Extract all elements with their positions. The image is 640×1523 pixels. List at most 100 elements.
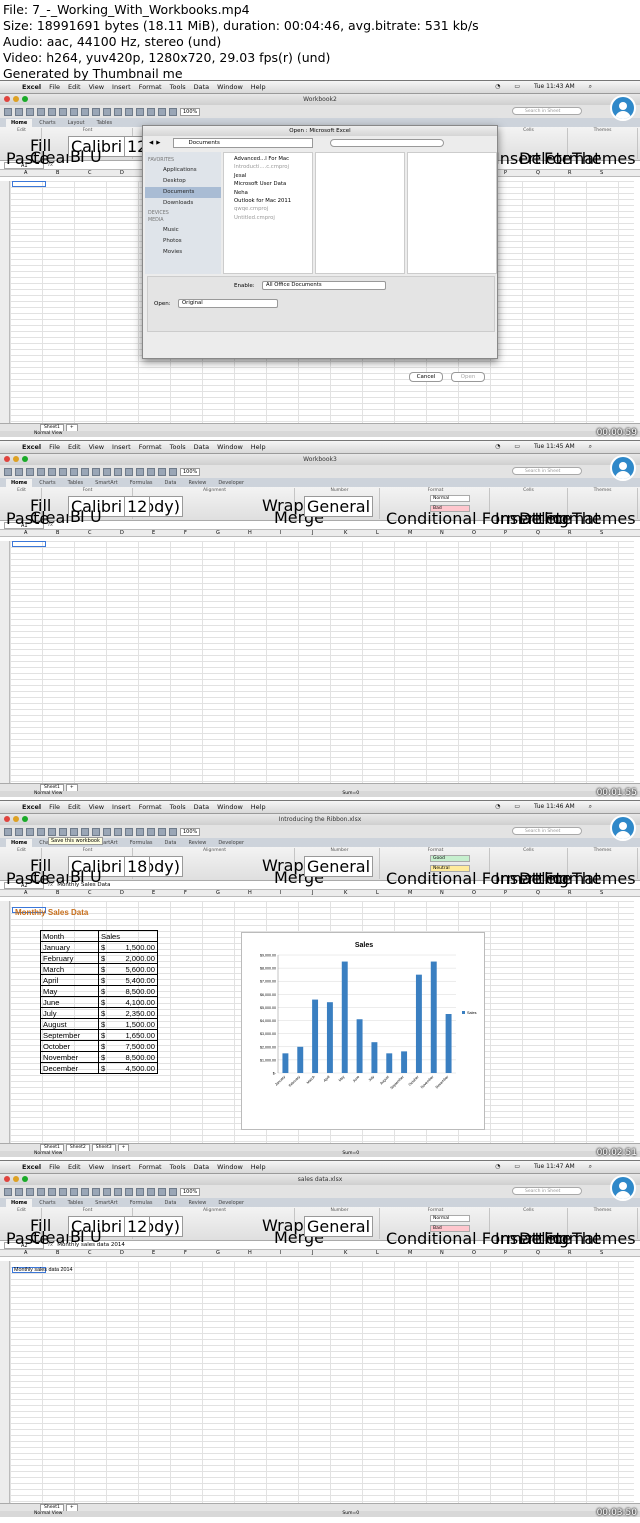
- cancel-button[interactable]: Cancel: [409, 372, 443, 382]
- menu-help[interactable]: Help: [251, 1163, 266, 1171]
- file-item[interactable]: qwqe.cmproj: [224, 205, 312, 213]
- tab-home[interactable]: Home: [6, 479, 33, 487]
- style-normal[interactable]: Good: [430, 855, 470, 862]
- tab-review[interactable]: Review: [183, 479, 211, 487]
- column-header[interactable]: E: [152, 530, 155, 536]
- menu-view[interactable]: View: [89, 1163, 104, 1171]
- menu-format[interactable]: Format: [139, 83, 162, 91]
- italic-button[interactable]: I: [80, 867, 85, 886]
- undo-icon[interactable]: [92, 107, 100, 116]
- font-size-select[interactable]: 18: [124, 856, 151, 877]
- new-icon[interactable]: [4, 467, 12, 476]
- column-header[interactable]: I: [280, 890, 281, 896]
- menu-excel[interactable]: Excel: [22, 443, 41, 451]
- copy-icon[interactable]: [59, 1187, 67, 1196]
- tab-smartart[interactable]: SmartArt: [90, 1199, 123, 1207]
- column-header[interactable]: Q: [536, 530, 540, 536]
- column-header[interactable]: L: [376, 530, 379, 536]
- wifi-icon[interactable]: ◔: [495, 803, 500, 811]
- cut-icon[interactable]: [48, 107, 56, 116]
- menu-edit[interactable]: Edit: [68, 443, 81, 451]
- currency-cell[interactable]: $: [98, 1018, 111, 1030]
- paste-icon[interactable]: [70, 1187, 78, 1196]
- sidebar-icon[interactable]: [158, 827, 166, 836]
- sheet-search-input[interactable]: Search in Sheet: [512, 827, 582, 835]
- copy-icon[interactable]: [59, 467, 67, 476]
- autosum-icon[interactable]: [114, 467, 122, 476]
- sidebar-item-applications[interactable]: Applications: [145, 165, 221, 176]
- menu-data[interactable]: Data: [194, 443, 210, 451]
- currency-cell[interactable]: $: [98, 1007, 111, 1019]
- column-header[interactable]: P: [504, 170, 507, 176]
- month-cell[interactable]: November: [39, 1051, 100, 1063]
- column-header[interactable]: L: [376, 890, 379, 896]
- value-cell[interactable]: 1,650.00: [110, 1029, 158, 1041]
- column-header[interactable]: E: [152, 1250, 155, 1256]
- window-zoom-button[interactable]: [22, 1176, 28, 1182]
- currency-cell[interactable]: $: [98, 941, 111, 953]
- undo-icon[interactable]: [92, 467, 100, 476]
- tab-data[interactable]: Data: [160, 479, 182, 487]
- menu-window[interactable]: Window: [217, 1163, 243, 1171]
- table-row[interactable]: September $1,650.00: [39, 1029, 158, 1041]
- column-header[interactable]: P: [504, 530, 507, 536]
- column-header[interactable]: C: [88, 530, 92, 536]
- menu-clock[interactable]: Tue 11:45 AM: [534, 443, 575, 451]
- menu-view[interactable]: View: [89, 83, 104, 91]
- print-icon[interactable]: [37, 467, 45, 476]
- toolbox-icon[interactable]: [169, 827, 177, 836]
- copy-icon[interactable]: [59, 107, 67, 116]
- column-header[interactable]: Q: [536, 170, 540, 176]
- tab-developer[interactable]: Developer: [213, 479, 249, 487]
- clear-button[interactable]: Clear: [30, 868, 72, 887]
- column-header[interactable]: B: [56, 1250, 59, 1256]
- column-header[interactable]: R: [568, 1250, 571, 1256]
- new-icon[interactable]: [4, 827, 12, 836]
- open-icon[interactable]: [15, 107, 23, 116]
- currency-cell[interactable]: $: [98, 1062, 111, 1074]
- table-row[interactable]: August $1,500.00: [39, 1018, 158, 1030]
- format-painter-icon[interactable]: [81, 467, 89, 476]
- sales-chart[interactable]: Sales $- $1,000.00 $2,000.00 $3,000.00 $4,000…: [241, 932, 485, 1130]
- column-header[interactable]: B: [56, 170, 59, 176]
- file-item[interactable]: Jesal: [224, 172, 312, 180]
- cut-icon[interactable]: [48, 467, 56, 476]
- column-header[interactable]: S: [600, 890, 603, 896]
- tab-charts[interactable]: Charts: [34, 1199, 60, 1207]
- clear-button[interactable]: Clear: [30, 1228, 72, 1247]
- clear-button[interactable]: Clear: [30, 508, 72, 527]
- value-cell[interactable]: 5,400.00: [110, 974, 158, 986]
- sidebar-item-photos[interactable]: Photos: [145, 236, 221, 247]
- sidebar-icon[interactable]: [158, 1187, 166, 1196]
- spotlight-icon[interactable]: ⌕: [589, 1163, 592, 1171]
- value-cell[interactable]: 4,100.00: [110, 996, 158, 1008]
- open-mode-select[interactable]: Original: [178, 299, 278, 308]
- file-item[interactable]: Neha: [224, 189, 312, 197]
- menu-window[interactable]: Window: [217, 803, 243, 811]
- tab-tables[interactable]: Tables: [92, 119, 118, 127]
- value-cell[interactable]: 7,500.00: [110, 1040, 158, 1052]
- tab-review[interactable]: Review: [183, 839, 211, 847]
- column-header[interactable]: F: [184, 1250, 187, 1256]
- column-header[interactable]: G: [216, 1250, 220, 1256]
- toolbox-icon[interactable]: [169, 467, 177, 476]
- menu-insert[interactable]: Insert: [112, 1163, 131, 1171]
- tab-data[interactable]: Data: [160, 839, 182, 847]
- spotlight-icon[interactable]: ⌕: [589, 443, 592, 451]
- spotlight-icon[interactable]: ⌕: [589, 803, 592, 811]
- sheet-search-input[interactable]: Search in Sheet: [512, 1187, 582, 1195]
- column-header[interactable]: A: [24, 170, 27, 176]
- column-header[interactable]: Q: [536, 890, 540, 896]
- menu-insert[interactable]: Insert: [112, 803, 131, 811]
- column-header[interactable]: F: [184, 890, 187, 896]
- paste-icon[interactable]: [70, 467, 78, 476]
- style-bad[interactable]: Neutral: [430, 865, 470, 872]
- column-header[interactable]: M: [408, 530, 412, 536]
- window-minimize-button[interactable]: [13, 1176, 19, 1182]
- column-header[interactable]: S: [600, 1250, 603, 1256]
- cell-grid[interactable]: [10, 541, 634, 783]
- column-header[interactable]: D: [120, 1250, 124, 1256]
- currency-cell[interactable]: $: [98, 996, 111, 1008]
- clear-button[interactable]: Clear: [30, 148, 72, 167]
- redo-icon[interactable]: [103, 467, 111, 476]
